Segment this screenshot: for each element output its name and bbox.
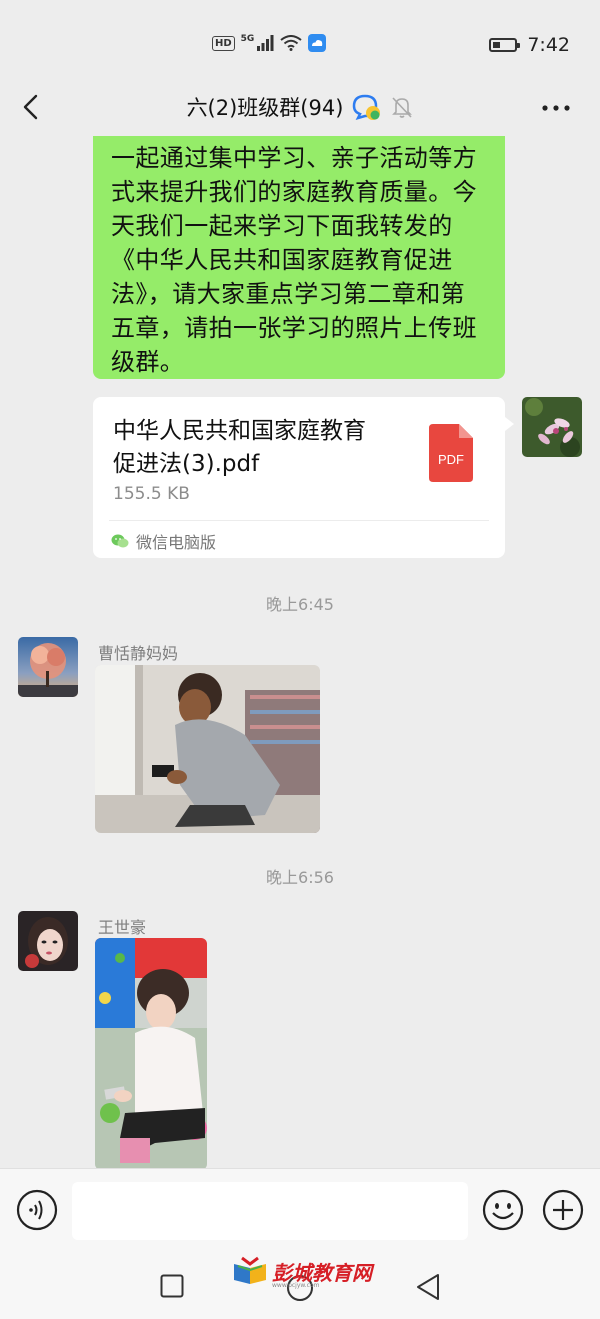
photo-message[interactable] (95, 938, 207, 1168)
status-indicators: HD 5G (212, 34, 327, 52)
my-avatar[interactable] (522, 397, 582, 457)
cloud-app-icon (308, 34, 327, 52)
message-line: 级群。 (111, 348, 185, 376)
sender-name: 王世豪 (98, 918, 147, 937)
chat-header: 六(2)班级群(94) (0, 80, 600, 136)
sender-avatar[interactable] (18, 637, 78, 697)
photo-woman-reading-phone (95, 938, 207, 1168)
timestamp: 晚上6:56 (266, 868, 334, 887)
file-size: 155.5 KB (113, 484, 190, 504)
emoji-icon[interactable] (482, 1189, 524, 1231)
wifi-icon (280, 35, 302, 51)
message-line: 式来提升我们的家庭教育质量。今 (111, 178, 477, 206)
file-source: 微信电脑版 (111, 529, 216, 553)
voice-input-icon[interactable] (16, 1189, 58, 1231)
clock: 7:42 (527, 34, 570, 56)
sent-text-bubble[interactable]: 一起通过集中学习、亲子活动等方 式来提升我们的家庭教育质量。今 天我们一起来学习… (93, 136, 505, 379)
battery-fill (493, 42, 501, 48)
file-name: 中华人民共和国家庭教育 促进法(3).pdf (113, 415, 403, 481)
battery-icon (489, 38, 521, 52)
file-name-line: 中华人民共和国家庭教育 (113, 418, 366, 444)
file-source-label: 微信电脑版 (136, 533, 217, 552)
message-line: 天我们一起来学习下面我转发的 (111, 212, 453, 240)
wechat-pc-icon (111, 534, 129, 548)
timestamp: 晚上6:45 (266, 595, 334, 614)
pdf-file-icon: PDF (429, 424, 473, 482)
message-line: 法》，请大家重点学习第二章和第 (111, 280, 465, 308)
message-line: 《中华人民共和国家庭教育促进 (111, 246, 453, 274)
tree-sunset-avatar-image (18, 637, 78, 697)
status-right: 7:42 (489, 34, 570, 56)
flower-avatar-image (522, 397, 582, 457)
sender-avatar[interactable] (18, 911, 78, 971)
pdf-icon-label: PDF (438, 452, 464, 467)
file-name-line: 促进法(3).pdf (113, 451, 260, 477)
more-options-icon[interactable] (540, 94, 572, 122)
photo-man-reading-phone (95, 665, 320, 833)
file-message-card[interactable]: 中华人民共和国家庭教育 促进法(3).pdf 155.5 KB PDF 微信电脑… (93, 397, 514, 558)
system-nav-bar: 彭城教育网 www.pcjyw.com (0, 1256, 600, 1319)
recent-apps-icon[interactable] (160, 1274, 184, 1298)
more-functions-plus-icon[interactable] (542, 1189, 584, 1231)
chat-title-area: 六(2)班级群(94) (0, 92, 600, 122)
nav-back-icon[interactable] (414, 1272, 442, 1302)
hd-badge: HD (212, 35, 235, 51)
file-card-divider (109, 520, 489, 521)
photo-message[interactable] (95, 665, 320, 833)
sender-name: 曹恬静妈妈 (98, 644, 179, 663)
message-input-bar (0, 1168, 600, 1259)
group-chat-badge-icon (353, 94, 381, 120)
message-line: 五章，请拍一张学习的照片上传班 (111, 314, 477, 342)
signal-icon (257, 35, 274, 51)
chat-title: 六(2)班级群(94) (186, 96, 344, 120)
watermark: 彭城教育网 www.pcjyw.com (232, 1256, 372, 1289)
status-bar: HD 5G 7:42 (0, 0, 600, 80)
chat-messages[interactable]: 一起通过集中学习、亲子活动等方 式来提升我们的家庭教育质量。今 天我们一起来学习… (0, 136, 600, 1168)
message-line: 一起通过集中学习、亲子活动等方 (111, 144, 477, 172)
message-input[interactable] (72, 1182, 468, 1240)
woman-avatar-image (18, 911, 78, 971)
network-type: 5G (240, 34, 255, 44)
book-logo-icon (234, 1256, 266, 1284)
watermark-sub: www.pcjyw.com (272, 1282, 320, 1289)
mute-bell-icon (392, 97, 413, 118)
